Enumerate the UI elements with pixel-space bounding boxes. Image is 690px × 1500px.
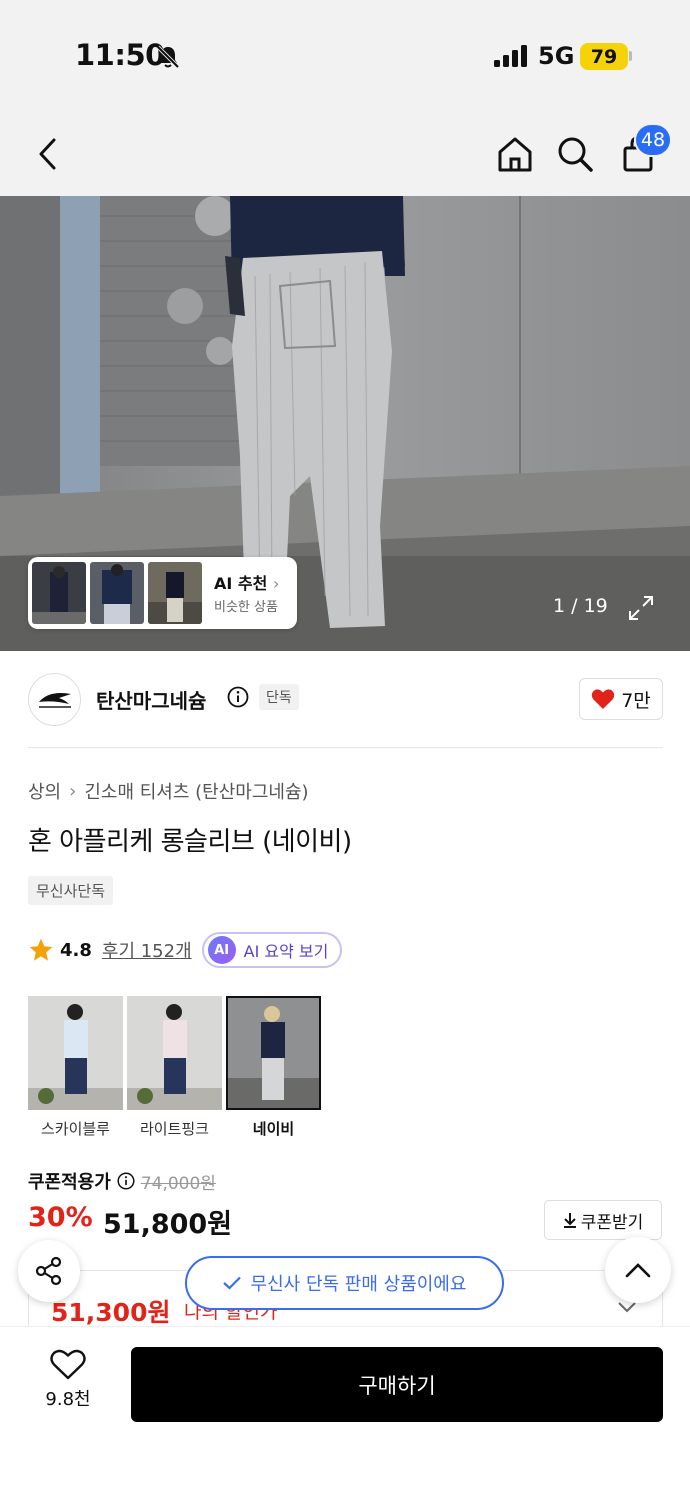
color-label: 스카이블루 [40,1120,110,1138]
wishlist-count: 9.8천 [45,1389,91,1410]
color-label: 라이트핑크 [139,1120,209,1138]
brand-like-button[interactable]: 7만 [579,678,663,720]
heart-filled-icon [591,689,615,709]
breadcrumb-separator-icon: › [69,780,77,802]
top-nav-bar [0,110,690,196]
color-label: 네이비 [252,1120,295,1138]
color-thumb [127,996,222,1110]
color-thumb [226,996,321,1110]
color-option-skyblue[interactable]: 스카이블루 [28,996,123,1139]
heart-outline-icon [50,1349,86,1380]
network-type: 5G [538,42,575,70]
share-icon [35,1256,62,1286]
color-option-navy[interactable]: 네이비 [226,996,321,1139]
brand-logo[interactable] [28,673,81,726]
rating-value: 4.8 [60,939,92,961]
signal-icon [494,45,527,67]
coupon-label-text: 쿠폰적용가 [28,1172,111,1193]
search-icon[interactable] [553,132,597,176]
ai-recommend-subtitle: 비슷한 상품 [214,600,278,615]
status-bar: 11:50 5G 79 [0,0,690,110]
star-icon [29,938,53,961]
color-option-lightpink[interactable]: 라이트핑크 [127,996,222,1139]
info-icon[interactable] [227,686,249,708]
ai-recommend-card[interactable]: AI 추천 › 비슷한 상품 [28,557,297,629]
brand-row: 탄산마그네슘 단독 7만 [0,666,690,732]
rating-row: 4.8 후기 152개 AI AI 요약 보기 [28,931,343,969]
ai-recommend-title: AI 추천 › [214,574,280,593]
breadcrumb-item-category[interactable]: 상의 [28,778,61,804]
chevron-up-icon [625,1263,651,1278]
exclusive-chip: 단독 [259,684,299,710]
chevron-left-icon[interactable] [26,132,70,176]
battery-cap [629,51,632,61]
color-thumb [28,996,123,1110]
ai-thumb-2 [90,562,144,624]
bell-off-icon [156,45,180,69]
review-link[interactable]: 후기 152개 [102,937,192,963]
buy-button[interactable]: 구매하기 [131,1347,663,1422]
download-icon [563,1213,576,1228]
original-price: 74,000원 [140,1173,216,1194]
breadcrumb-item-subcategory[interactable]: 긴소매 티셔츠 (탄산마그네슘) [84,778,308,804]
sale-price: 51,800원 [103,1209,233,1240]
product-title: 혼 아플리케 롱슬리브 (네이비) [28,827,352,857]
check-icon [222,1276,241,1290]
image-counter: 1 / 19 [553,595,608,617]
ai-summary-button[interactable]: AI AI 요약 보기 [201,932,343,968]
wishlist-button[interactable]: 9.8천 [30,1349,106,1419]
exclusive-toast: 무신사 단독 판매 상품이에요 [185,1256,504,1310]
divider [28,747,663,748]
toast-text: 무신사 단독 판매 상품이에요 [250,1274,467,1295]
breadcrumb: 상의 › 긴소매 티셔츠 (탄산마그네슘) [28,778,309,804]
expand-icon[interactable] [626,593,656,623]
coupon-download-button[interactable]: 쿠폰받기 [544,1200,662,1240]
discount-rate: 30% [28,1202,93,1233]
ai-badge-icon: AI [207,936,236,964]
coupon-button-label: 쿠폰받기 [580,1212,644,1233]
coupon-price-label: 쿠폰적용가 74,000원 [28,1168,216,1194]
cart-count-badge: 48 [634,123,672,157]
battery-indicator: 79 [580,43,628,70]
scroll-top-button[interactable] [605,1237,671,1303]
ai-thumb-1 [32,562,86,624]
ai-summary-label: AI 요약 보기 [243,942,329,961]
bottom-action-bar: 9.8천 구매하기 [0,1326,690,1500]
member-price: 51,300원 [51,1298,171,1327]
info-icon[interactable] [117,1172,135,1190]
brand-like-count: 7만 [621,689,651,712]
share-button[interactable] [18,1240,80,1302]
ai-thumb-3 [148,562,202,624]
brand-name[interactable]: 탄산마그네슘 [96,685,206,714]
home-icon[interactable] [493,132,537,176]
status-time: 11:50 [75,38,165,72]
exclusive-tag: 무신사단독 [28,876,114,905]
